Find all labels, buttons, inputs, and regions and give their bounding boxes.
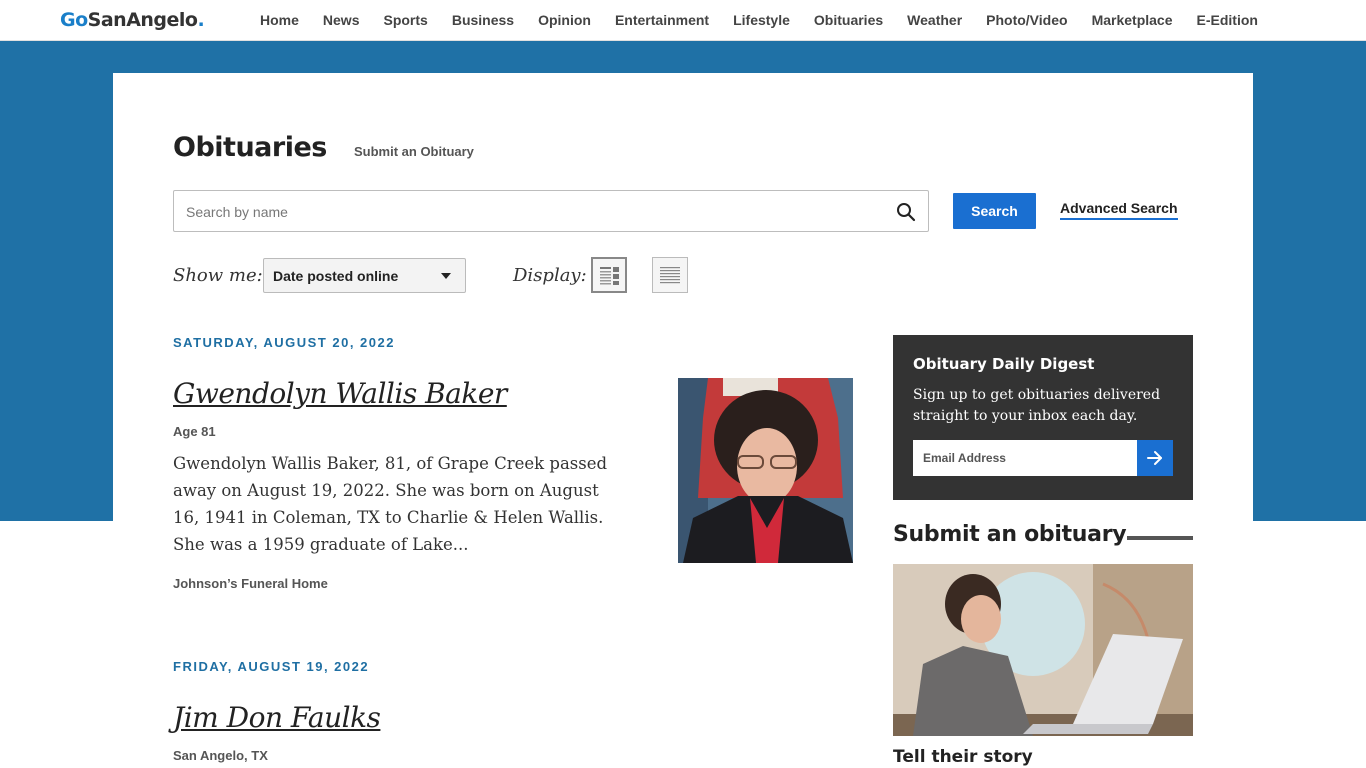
text-list-icon (660, 267, 680, 284)
nav-marketplace[interactable]: Marketplace (1092, 12, 1173, 28)
obituary-name-link[interactable]: Jim Don Faulks (173, 701, 381, 734)
logo-go-text: Go (60, 9, 88, 31)
date-heading: SATURDAY, AUGUST 20, 2022 (173, 335, 395, 350)
nav-news[interactable]: News (323, 12, 360, 28)
show-me-label: Show me: (173, 265, 263, 286)
submit-obituary-heading: Submit an obituary (893, 522, 1127, 547)
nav-weather[interactable]: Weather (907, 12, 962, 28)
obituary-age: Age 81 (173, 424, 216, 439)
obituary-digest-signup: Obituary Daily Digest Sign up to get obi… (893, 335, 1193, 500)
nav-lifestyle[interactable]: Lifestyle (733, 12, 790, 28)
portrait-image (678, 378, 853, 563)
submit-promo-caption[interactable]: Tell their story (893, 747, 1033, 767)
sort-selected-value: Date posted online (273, 268, 399, 284)
search-button[interactable]: Search (953, 193, 1036, 229)
nav-business[interactable]: Business (452, 12, 514, 28)
display-label: Display: (513, 265, 587, 286)
site-logo[interactable]: GoSanAngelo. (60, 9, 205, 31)
nav-photo-video[interactable]: Photo/Video (986, 12, 1067, 28)
obituary-location: San Angelo, TX (173, 748, 268, 763)
search-icon[interactable] (896, 202, 916, 222)
sort-select[interactable]: Date posted online (263, 258, 466, 293)
date-heading: FRIDAY, AUGUST 19, 2022 (173, 659, 370, 674)
heading-rule (1127, 536, 1193, 540)
funeral-home: Johnson’s Funeral Home (173, 576, 328, 591)
logo-dot: . (197, 9, 205, 31)
top-navigation: GoSanAngelo. Home News Sports Business O… (0, 0, 1366, 41)
chevron-down-icon (441, 273, 451, 279)
arrow-right-icon (1147, 451, 1162, 465)
nav-e-edition[interactable]: E-Edition (1197, 12, 1258, 28)
display-text-list-button[interactable] (652, 257, 688, 293)
digest-submit-button[interactable] (1137, 440, 1173, 476)
nav-sports[interactable]: Sports (383, 12, 427, 28)
search-box (173, 190, 929, 232)
obituary-photo[interactable] (678, 378, 853, 563)
digest-description: Sign up to get obituaries delivered stra… (913, 387, 1161, 424)
nav-obituaries[interactable]: Obituaries (814, 12, 883, 28)
page-title: Obituaries (173, 132, 327, 163)
main-nav: Home News Sports Business Opinion Entert… (248, 0, 1270, 40)
display-list-with-images-button[interactable] (591, 257, 627, 293)
digest-title: Obituary Daily Digest (913, 355, 1095, 373)
obituary-excerpt: Gwendolyn Wallis Baker, 81, of Grape Cre… (173, 454, 608, 554)
list-thumbnail-icon (600, 267, 619, 285)
nav-entertainment[interactable]: Entertainment (615, 12, 709, 28)
nav-home[interactable]: Home (260, 12, 299, 28)
nav-opinion[interactable]: Opinion (538, 12, 591, 28)
search-input[interactable] (186, 201, 876, 223)
submit-obituary-image[interactable] (893, 564, 1193, 736)
obituary-name-link[interactable]: Gwendolyn Wallis Baker (173, 377, 507, 410)
email-field[interactable] (913, 440, 1137, 476)
submit-obituary-link[interactable]: Submit an Obituary (354, 144, 474, 159)
advanced-search-link[interactable]: Advanced Search (1060, 200, 1178, 220)
logo-name-text: SanAngelo (87, 9, 198, 31)
woman-laptop-image (893, 564, 1193, 736)
